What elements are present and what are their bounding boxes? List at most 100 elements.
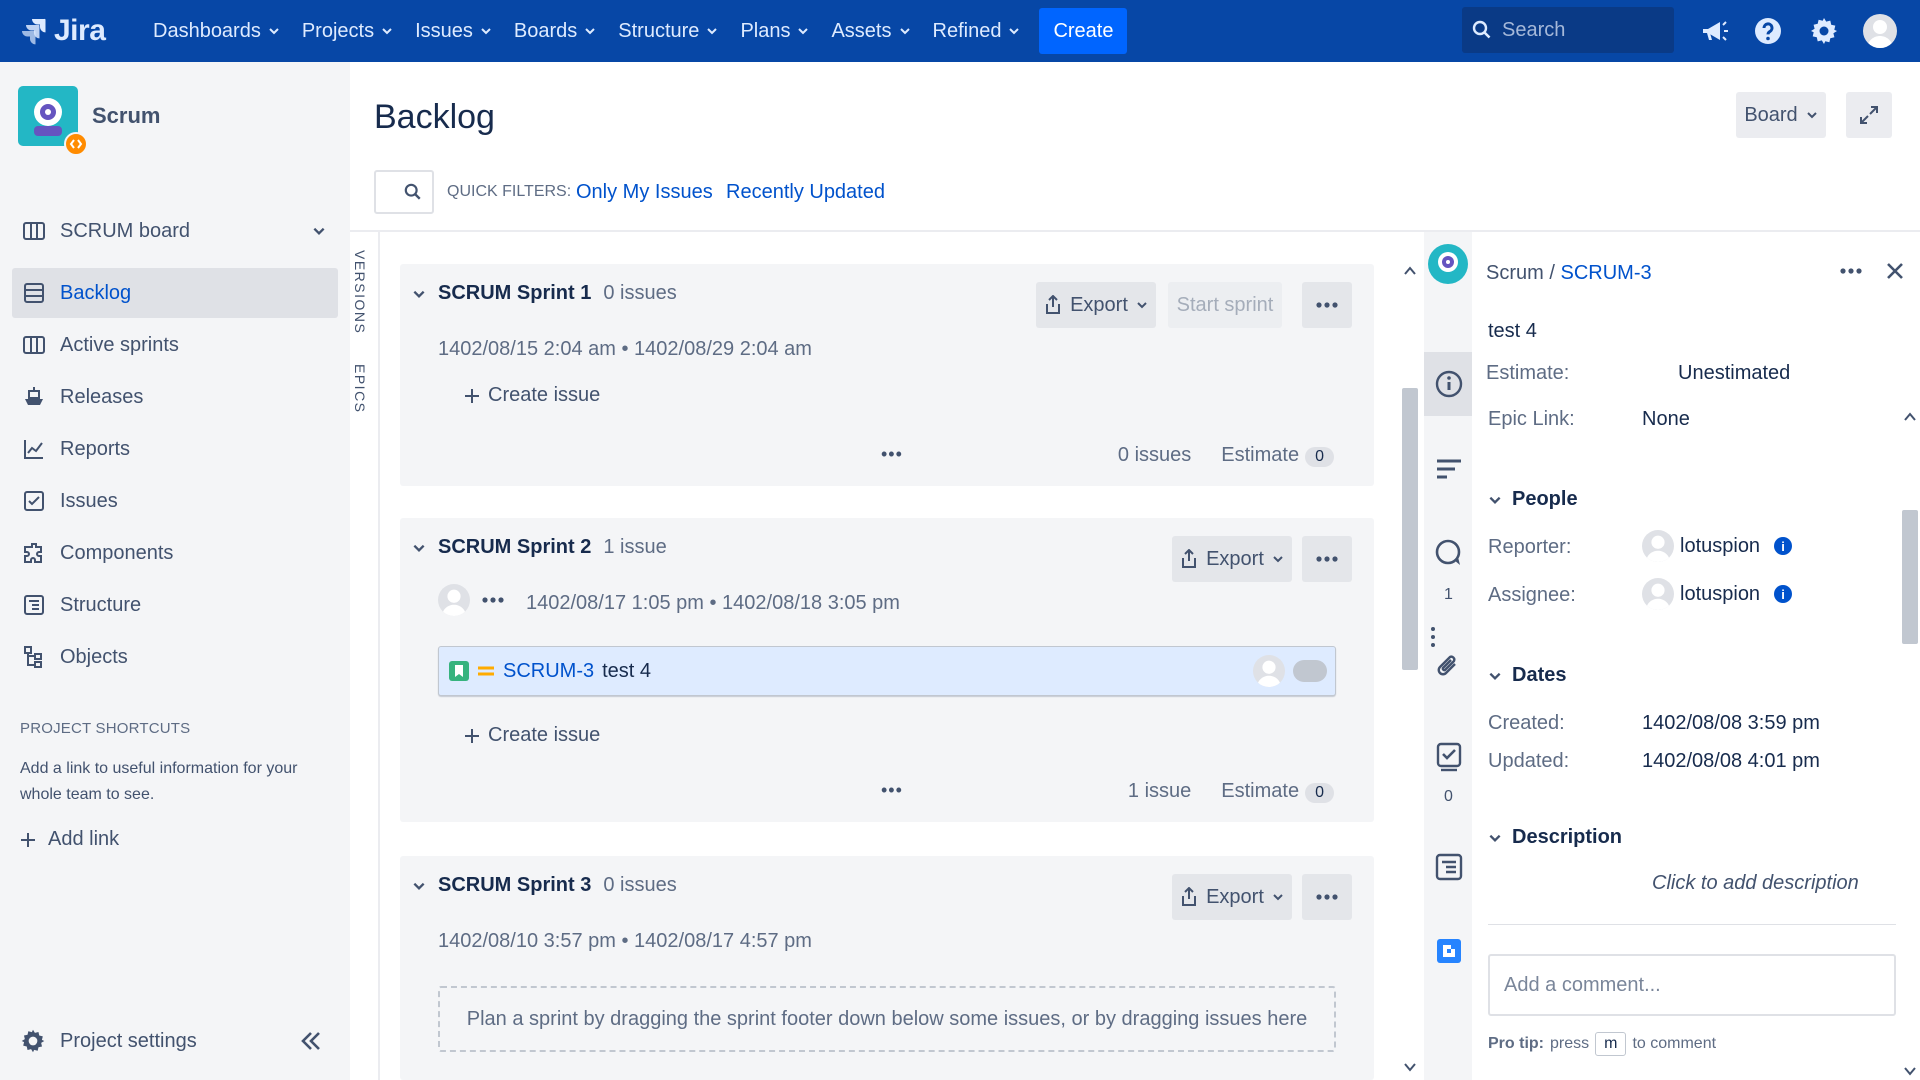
attachments-tab[interactable]	[1434, 652, 1464, 682]
reporter-field[interactable]: lotuspion i	[1642, 530, 1793, 562]
tab-versions[interactable]: VERSIONS	[352, 250, 368, 334]
project-header[interactable]: Scrum	[18, 86, 160, 156]
sidebar-item-releases[interactable]: Releases	[12, 372, 338, 422]
info-icon[interactable]: i	[1774, 585, 1793, 603]
info-icon[interactable]: i	[1774, 537, 1793, 555]
sidebar-item-components[interactable]: Components	[12, 528, 338, 578]
nav-plans[interactable]: Plans	[729, 0, 820, 62]
nav-refined[interactable]: Refined	[922, 0, 1032, 62]
double-chevron-left-icon	[301, 1032, 320, 1050]
quick-filter-recently-updated[interactable]: Recently Updated	[726, 181, 885, 204]
start-sprint-button[interactable]: Start sprint	[1168, 282, 1282, 328]
sidebar-item-reports[interactable]: Reports	[12, 424, 338, 474]
sidebar-item-backlog[interactable]: Backlog	[12, 268, 338, 318]
scroll-up-arrow-icon[interactable]	[1404, 266, 1416, 276]
epic-link-label: Epic Link:	[1488, 408, 1575, 430]
sprint-name: SCRUM Sprint 1	[438, 282, 592, 304]
detail-more-button[interactable]	[1840, 268, 1862, 274]
export-button[interactable]: Export	[1172, 536, 1292, 582]
estimate-pill	[1293, 660, 1327, 682]
people-section-toggle[interactable]: People	[1488, 488, 1578, 511]
tab-epics[interactable]: EPICS	[352, 364, 368, 414]
sidebar-item-issues[interactable]: Issues	[12, 476, 338, 526]
details-tab[interactable]	[1434, 369, 1464, 399]
nav-dashboards[interactable]: Dashboards	[142, 0, 291, 62]
estimate-field-value[interactable]: Unestimated	[1678, 362, 1790, 385]
sprint-estimate: Estimate 0	[1221, 780, 1334, 803]
sprint-more-button[interactable]	[1302, 536, 1352, 582]
create-issue-button[interactable]: Create issue	[464, 724, 600, 747]
scroll-down-arrow-icon[interactable]	[1404, 1062, 1416, 1072]
profile-button[interactable]	[1862, 13, 1898, 49]
quick-filter-search[interactable]	[374, 170, 434, 214]
comments-tab[interactable]	[1434, 538, 1464, 568]
detail-scrollbar-thumb[interactable]	[1902, 510, 1918, 644]
detail-project-avatar[interactable]	[1426, 242, 1470, 286]
jira-logo[interactable]: Jira	[22, 14, 142, 48]
scroll-down-arrow-icon[interactable]	[1904, 1066, 1916, 1076]
sidebar-item-structure[interactable]: Structure	[12, 580, 338, 630]
create-button[interactable]: Create	[1039, 8, 1128, 54]
export-icon	[1182, 549, 1197, 568]
issue-key[interactable]: SCRUM-3	[503, 660, 594, 683]
keyboard-shortcut-key: m	[1595, 1032, 1627, 1056]
sidebar-item-objects[interactable]: Objects	[12, 632, 338, 682]
export-button[interactable]: Export	[1172, 874, 1292, 920]
add-link-button[interactable]: Add link	[20, 828, 119, 851]
help-button[interactable]	[1750, 13, 1786, 49]
assignee-field[interactable]: lotuspion i	[1642, 578, 1793, 610]
more-icon[interactable]	[482, 597, 504, 603]
project-settings-link[interactable]: Project settings	[20, 1028, 197, 1054]
close-detail-button[interactable]	[1886, 262, 1904, 280]
breadcrumb-issue-key[interactable]: SCRUM-3	[1560, 262, 1651, 284]
dates-section-title: Dates	[1512, 664, 1567, 686]
nav-issues[interactable]: Issues	[404, 0, 503, 62]
avatar[interactable]	[438, 584, 470, 616]
breadcrumb-project[interactable]: Scrum	[1486, 262, 1544, 284]
sidebar-item-active-sprints[interactable]: Active sprints	[12, 320, 338, 370]
nav-projects[interactable]: Projects	[291, 0, 404, 62]
epic-link-value[interactable]: None	[1642, 408, 1690, 431]
sprint-footer-drag-handle[interactable]: •••	[881, 780, 903, 801]
chevron-down-icon[interactable]	[412, 287, 426, 301]
sprint-more-button[interactable]	[1302, 282, 1352, 328]
chevron-down-icon[interactable]	[412, 541, 426, 555]
nav-boards[interactable]: Boards	[503, 0, 607, 62]
settings-button[interactable]	[1806, 13, 1842, 49]
create-issue-button[interactable]: Create issue	[464, 384, 600, 407]
issue-summary-field[interactable]: test 4	[1488, 320, 1537, 343]
description-placeholder[interactable]: Click to add description	[1652, 872, 1859, 895]
chevron-down-icon[interactable]	[412, 879, 426, 893]
export-button[interactable]: Export	[1036, 282, 1156, 328]
app-tab[interactable]	[1434, 936, 1464, 966]
fullscreen-button[interactable]	[1846, 92, 1892, 138]
comment-input[interactable]	[1488, 954, 1896, 1016]
more-icon	[1316, 894, 1338, 900]
structure-tab[interactable]	[1434, 852, 1464, 882]
backlog-scrollbar[interactable]	[1398, 262, 1422, 1080]
backlog-scrollbar-thumb[interactable]	[1402, 388, 1418, 670]
board-selector[interactable]: SCRUM board	[12, 206, 338, 256]
sprint-name: SCRUM Sprint 2	[438, 536, 592, 558]
description-section-toggle[interactable]: Description	[1488, 826, 1622, 849]
collapse-sidebar-button[interactable]	[298, 1028, 324, 1054]
drag-handle[interactable]	[1418, 622, 1448, 652]
dates-section-toggle[interactable]: Dates	[1488, 664, 1566, 687]
gear-icon	[1811, 18, 1837, 44]
global-search[interactable]	[1462, 7, 1674, 53]
checklist-tab[interactable]	[1434, 742, 1464, 772]
nav-menu: Dashboards Projects Issues Boards Struct…	[142, 0, 1128, 62]
notifications-button[interactable]	[1696, 13, 1732, 49]
description-tab[interactable]	[1434, 454, 1464, 484]
nav-structure[interactable]: Structure	[607, 0, 729, 62]
board-view-button[interactable]: Board	[1736, 92, 1826, 138]
sprint-footer-drag-handle[interactable]: •••	[881, 444, 903, 465]
quick-filter-only-my-issues[interactable]: Only My Issues	[576, 181, 713, 204]
nav-assets[interactable]: Assets	[820, 0, 921, 62]
scroll-up-arrow-icon[interactable]	[1904, 412, 1916, 422]
sprint-drop-zone[interactable]: Plan a sprint by dragging the sprint foo…	[438, 986, 1336, 1052]
plus-icon	[465, 728, 479, 743]
issue-row[interactable]: SCRUM-3 test 4	[438, 646, 1336, 696]
sprint-more-button[interactable]	[1302, 874, 1352, 920]
search-input[interactable]	[1502, 18, 1652, 42]
